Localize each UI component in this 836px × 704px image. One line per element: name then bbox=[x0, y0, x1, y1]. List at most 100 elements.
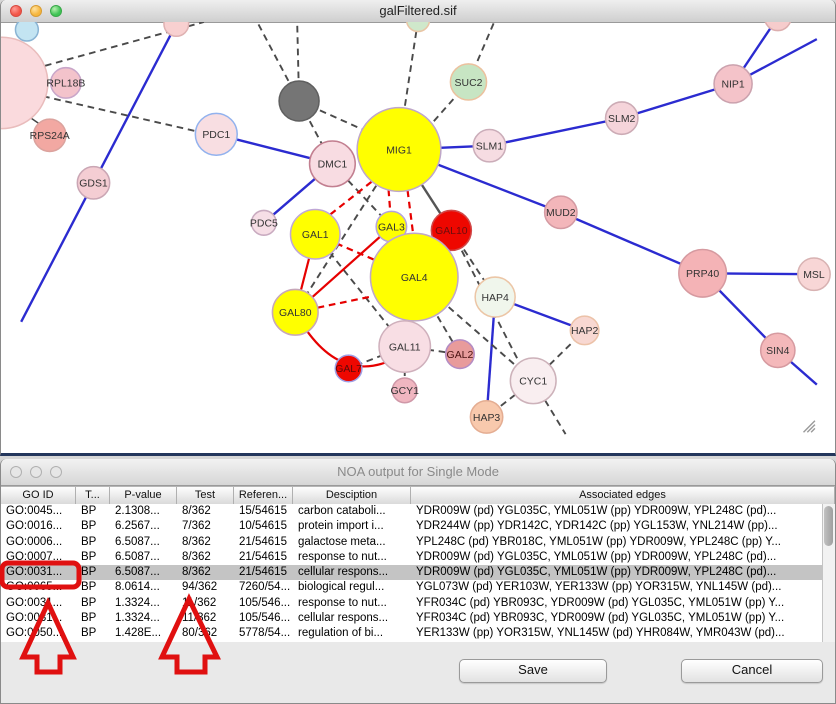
node-gray-node[interactable] bbox=[279, 81, 319, 121]
node-partial-bigpink[interactable] bbox=[1, 37, 48, 128]
table-cell: cellular respons... bbox=[293, 611, 411, 626]
table-cell: YER133W (pp) YOR315W, YNL145W (pd) YHR08… bbox=[411, 626, 835, 641]
edge-pd[interactable] bbox=[404, 22, 418, 113]
table-row[interactable]: GO:0031...BP6.5087...8/36221/54615cellul… bbox=[1, 565, 835, 580]
table-cell: 11/362 bbox=[177, 596, 234, 611]
table-cell: 21/54615 bbox=[234, 565, 293, 580]
table-cell: protein import i... bbox=[293, 519, 411, 534]
table-cell: GO:0065... bbox=[1, 580, 76, 595]
column-header-test[interactable]: Test bbox=[177, 487, 234, 504]
column-header-p-value[interactable]: P-value bbox=[110, 487, 177, 504]
table-cell: cellular respons... bbox=[293, 565, 411, 580]
node-GAL2[interactable]: GAL2 bbox=[446, 340, 475, 369]
node-label: SLM1 bbox=[476, 142, 503, 153]
node-partial-topleft[interactable] bbox=[15, 22, 38, 41]
column-header-go-id[interactable]: GO ID bbox=[1, 487, 76, 504]
column-header-associated-edges[interactable]: Associated edges bbox=[411, 487, 835, 504]
node-MIG1[interactable]: MIG1 bbox=[357, 108, 441, 192]
column-header-t-[interactable]: T... bbox=[76, 487, 110, 504]
table-cell: YDR009W (pd) YGL035C, YML051W (pp) YDR00… bbox=[411, 504, 835, 519]
column-header-referen-[interactable]: Referen... bbox=[234, 487, 293, 504]
table-cell: 80/362 bbox=[177, 626, 234, 641]
node-label: GAL1 bbox=[302, 230, 329, 241]
node-HAP3[interactable]: HAP3 bbox=[470, 401, 502, 433]
node-label: GAL2 bbox=[447, 350, 474, 361]
table-cell: 11/362 bbox=[177, 611, 234, 626]
table-row[interactable]: GO:0031...BP1.3324...11/362105/546...cel… bbox=[1, 611, 835, 626]
node-PDC1[interactable]: PDC1 bbox=[195, 113, 237, 155]
table-cell: YDR009W (pd) YGL035C, YML051W (pp) YDR00… bbox=[411, 550, 835, 565]
node-RPS24A[interactable]: RPS24A bbox=[30, 119, 70, 151]
table-cell: BP bbox=[76, 550, 110, 565]
results-table: GO:0045...BP2.1308...8/36215/54615carbon… bbox=[1, 504, 835, 642]
node-CYC1[interactable]: CYC1 bbox=[510, 358, 556, 404]
edge-redd[interactable] bbox=[408, 190, 414, 235]
node-GAL11[interactable]: GAL11 bbox=[379, 321, 430, 372]
node-PRP40[interactable]: PRP40 bbox=[679, 249, 727, 297]
table-cell: BP bbox=[76, 535, 110, 550]
node-label: NIP1 bbox=[721, 80, 744, 91]
table-cell: 105/546... bbox=[234, 596, 293, 611]
node-label: MSL bbox=[803, 270, 825, 281]
edge-pd[interactable] bbox=[43, 96, 197, 131]
table-cell: GO:0045... bbox=[1, 504, 76, 519]
node-label: GAL11 bbox=[389, 342, 421, 353]
table-row[interactable]: GO:0016...BP6.2567...7/36210/54615protei… bbox=[1, 519, 835, 534]
table-cell: 105/546... bbox=[234, 611, 293, 626]
resize-grip[interactable] bbox=[804, 421, 815, 432]
table-cell: biological regul... bbox=[293, 580, 411, 595]
table-cell: response to nut... bbox=[293, 550, 411, 565]
table-cell: 6.5087... bbox=[110, 550, 177, 565]
table-cell: 21/54615 bbox=[234, 535, 293, 550]
table-cell: BP bbox=[76, 626, 110, 641]
table-cell: BP bbox=[76, 611, 110, 626]
cancel-button[interactable]: Cancel bbox=[681, 659, 823, 683]
table-row[interactable]: GO:0050...BP1.428E...80/3625778/54...reg… bbox=[1, 626, 835, 641]
node-GAL7[interactable]: GAL7 bbox=[335, 355, 362, 382]
network-canvas[interactable]: RPL18B RPS24AGDS1 PDC1 DMC1MIG1SUC2 SLM1 SLM2… bbox=[1, 22, 836, 456]
edge-pp[interactable] bbox=[21, 183, 93, 322]
table-cell: YDR009W (pd) YGL035C, YML051W (pp) YDR00… bbox=[411, 565, 835, 580]
edge-pp[interactable] bbox=[94, 24, 177, 183]
table-row[interactable]: GO:0031...BP1.3324...11/362105/546...res… bbox=[1, 596, 835, 611]
node-SLM1[interactable]: SLM1 bbox=[473, 130, 505, 162]
table-row[interactable]: GO:0007...BP6.5087...8/36221/54615respon… bbox=[1, 550, 835, 565]
node-SIN4[interactable]: SIN4 bbox=[761, 333, 795, 367]
table-cell: BP bbox=[76, 504, 110, 519]
table-cell: 8/362 bbox=[177, 535, 234, 550]
node-GAL4[interactable]: GAL4 bbox=[370, 233, 458, 321]
node-partial-top1[interactable] bbox=[164, 22, 189, 36]
table-row[interactable]: GO:0045...BP2.1308...8/36215/54615carbon… bbox=[1, 504, 835, 519]
node-GCY1[interactable]: GCY1 bbox=[390, 378, 419, 403]
node-SLM2[interactable]: SLM2 bbox=[606, 102, 638, 134]
node-HAP4[interactable]: HAP4 bbox=[475, 277, 515, 317]
table-cell: 8/362 bbox=[177, 565, 234, 580]
graph-window-title: galFiltered.sif bbox=[1, 0, 835, 22]
table-cell: YPL248C (pd) YBR018C, YML051W (pp) YDR00… bbox=[411, 535, 835, 550]
node-partial-topgreen[interactable] bbox=[407, 22, 430, 32]
node-MSL[interactable]: MSL bbox=[798, 258, 830, 290]
column-header-desciption[interactable]: Desciption bbox=[293, 487, 411, 504]
node-GDS1[interactable]: GDS1 bbox=[77, 167, 109, 199]
node-label: GAL80 bbox=[279, 308, 312, 319]
save-button[interactable]: Save bbox=[459, 659, 607, 683]
node-label: SLM2 bbox=[608, 114, 635, 125]
node-HAP2[interactable]: HAP2 bbox=[570, 316, 599, 345]
node-MUD2[interactable]: MUD2 bbox=[545, 196, 577, 228]
vertical-scrollbar[interactable] bbox=[822, 504, 835, 642]
node-label: PDC1 bbox=[202, 130, 230, 141]
edge-pp[interactable] bbox=[489, 118, 621, 146]
table-cell: 7/362 bbox=[177, 519, 234, 534]
node-label: CYC1 bbox=[519, 377, 547, 388]
node-GAL1[interactable]: GAL1 bbox=[291, 209, 340, 258]
table-row[interactable]: GO:0006...BP6.5087...8/36221/54615galact… bbox=[1, 535, 835, 550]
scrollbar-thumb[interactable] bbox=[824, 506, 833, 546]
node-DMC1[interactable]: DMC1 bbox=[310, 141, 356, 187]
noa-window-titlebar: NOA output for Single Mode bbox=[1, 459, 835, 486]
node-RPL18B[interactable]: RPL18B bbox=[46, 68, 85, 98]
table-row[interactable]: GO:0065...BP8.0614...94/3627260/54...bio… bbox=[1, 580, 835, 595]
node-NIP1[interactable]: NIP1 bbox=[714, 65, 752, 103]
table-cell: GO:0007... bbox=[1, 550, 76, 565]
node-SUC2[interactable]: SUC2 bbox=[450, 64, 486, 100]
node-GAL80[interactable]: GAL80 bbox=[272, 289, 318, 335]
